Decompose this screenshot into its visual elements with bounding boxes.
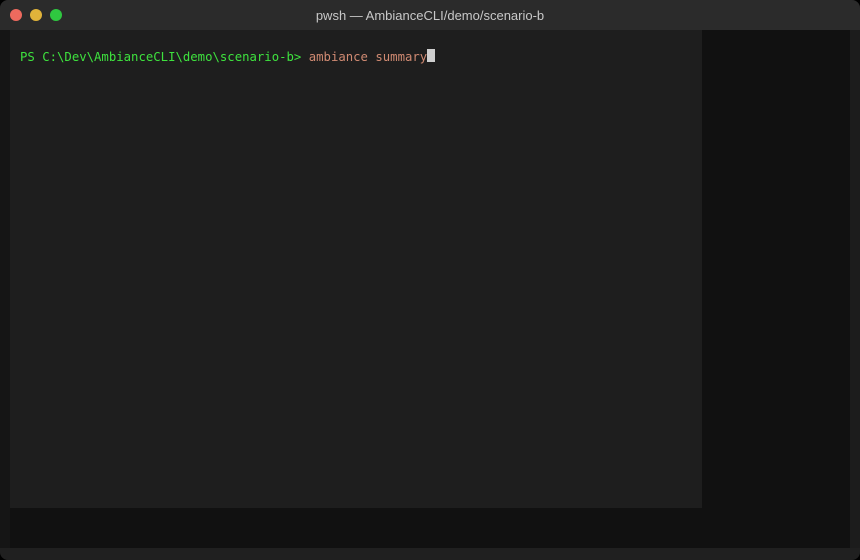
terminal-pane[interactable]: PS C:\Dev\AmbianceCLI\demo\scenario-b> a…	[10, 30, 702, 508]
command-line: PS C:\Dev\AmbianceCLI\demo\scenario-b> a…	[20, 49, 436, 64]
title-bar: pwsh — AmbianceCLI/demo/scenario-b	[0, 0, 860, 30]
prompt: PS C:\Dev\AmbianceCLI\demo\scenario-b>	[20, 50, 309, 64]
left-margin	[0, 30, 10, 548]
window-title: pwsh — AmbianceCLI/demo/scenario-b	[315, 8, 545, 23]
bottom-bar	[0, 548, 860, 560]
terminal-window: pwsh — AmbianceCLI/demo/scenario-b PS C:…	[0, 0, 860, 560]
command-input[interactable]: ambiance summary	[309, 50, 427, 64]
text-cursor	[427, 49, 436, 62]
scrollbar[interactable]	[850, 30, 860, 548]
